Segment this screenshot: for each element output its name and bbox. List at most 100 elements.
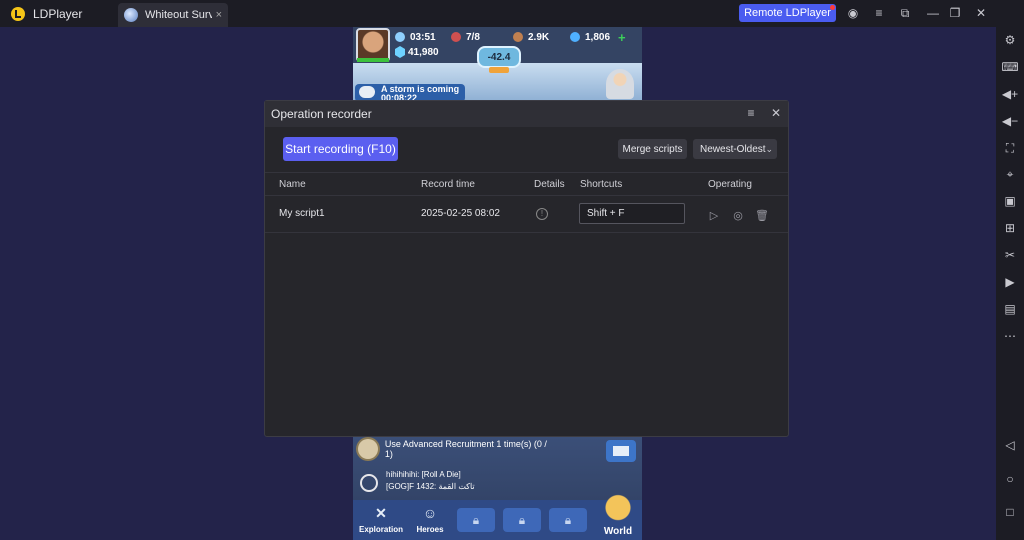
ldplayer-logo-icon xyxy=(11,6,25,21)
npc-character[interactable] xyxy=(606,69,634,99)
power-icon xyxy=(395,46,405,58)
title-bar: LDPlayer Whiteout Surv... × Remote LDPla… xyxy=(0,0,1024,27)
col-name: Name xyxy=(279,179,306,190)
chevron-down-icon: ⌄ xyxy=(765,143,773,154)
hero-face-icon: ☺ xyxy=(422,505,438,521)
hud-troops[interactable]: 7/8 xyxy=(451,30,480,44)
screenshot-icon[interactable]: ▣ xyxy=(1000,192,1020,210)
quest-text: Use Advanced Recruitment 1 time(s) (0 / … xyxy=(384,439,547,459)
location-icon[interactable]: ⌖ xyxy=(1000,165,1020,183)
settings-gear-icon[interactable]: ⚙ xyxy=(1000,31,1020,49)
nav-exploration-label: Exploration xyxy=(358,525,403,534)
home-icon[interactable]: ○ xyxy=(1000,470,1020,488)
stamina-icon xyxy=(395,32,405,42)
scissors-icon[interactable]: ✂ xyxy=(1000,246,1020,264)
nav-heroes-label: Heroes xyxy=(416,525,444,534)
nav-exploration[interactable]: ✕ Exploration xyxy=(357,500,405,540)
add-gems-icon[interactable]: + xyxy=(618,30,626,45)
food-icon xyxy=(513,32,523,42)
troops-icon xyxy=(451,32,461,42)
operation-recorder-icon[interactable]: ⊞ xyxy=(1000,219,1020,237)
start-recording-button[interactable]: Start recording (F10) xyxy=(283,137,398,161)
quest-banner[interactable]: Use Advanced Recruitment 1 time(s) (0 / … xyxy=(356,437,556,461)
locked-slot-icon: 🔒︎ xyxy=(549,508,587,532)
col-shortcuts: Shortcuts xyxy=(580,179,623,190)
keyboard-icon[interactable]: ⌨ xyxy=(1000,58,1020,76)
nav-world[interactable]: World xyxy=(597,486,639,540)
tab-label: Whiteout Surv... xyxy=(145,9,212,21)
shared-folder-icon[interactable]: ▤ xyxy=(1000,300,1020,318)
back-icon[interactable]: ◁ xyxy=(1000,436,1020,454)
locked-slot-icon: 🔒︎ xyxy=(457,508,495,532)
game-globe-icon xyxy=(124,8,138,22)
gem-icon xyxy=(570,32,580,42)
hud-troops-value: 7/8 xyxy=(466,31,480,43)
chat-preview[interactable]: hihihihihi: [Roll A Die] [GOG]F 1432: تا… xyxy=(356,469,566,497)
hud-gems-value: 1,806 xyxy=(585,31,611,43)
volume-up-icon[interactable]: ◀+ xyxy=(1000,85,1020,103)
hud-food-value: 2.9K xyxy=(528,31,550,43)
hud-gems[interactable]: 1,806 + xyxy=(570,30,626,45)
crossed-swords-icon: ✕ xyxy=(375,505,387,521)
restore-icon[interactable]: ❐ xyxy=(947,5,963,21)
info-icon[interactable]: ! xyxy=(536,208,548,220)
hud-food[interactable]: 2.9K xyxy=(513,30,549,44)
chat-line: hihihihihi: [Roll A Die] xyxy=(386,470,461,479)
sort-order-select[interactable]: Newest-Oldest ⌄ xyxy=(693,139,777,159)
delete-icon[interactable]: 🗑︎ xyxy=(755,208,769,222)
popout-icon[interactable]: ⧉ xyxy=(897,5,913,21)
temperature-indicator xyxy=(489,67,509,73)
close-window-icon[interactable]: ✕ xyxy=(973,5,989,21)
player-avatar[interactable] xyxy=(356,28,390,62)
fullscreen-icon[interactable]: ⛶ xyxy=(1000,139,1020,157)
shortcut-field[interactable]: Shift + F xyxy=(579,203,685,224)
merge-scripts-button[interactable]: Merge scripts xyxy=(618,139,687,159)
volume-down-icon[interactable]: ◀− xyxy=(1000,112,1020,130)
hud-time-value: 03:51 xyxy=(410,31,436,43)
col-operating: Operating xyxy=(708,179,752,190)
script-record-time: 2025-02-25 08:02 xyxy=(421,208,500,219)
menu-icon[interactable]: ≡ xyxy=(871,5,887,21)
cloud-icon xyxy=(359,86,375,98)
locked-slot-icon: 🔒︎ xyxy=(503,508,541,532)
nav-heroes[interactable]: ☺ Heroes xyxy=(406,500,454,540)
col-details: Details xyxy=(534,179,565,190)
game-bottom-hud: Use Advanced Recruitment 1 time(s) (0 / … xyxy=(353,437,642,540)
app-brand[interactable]: LDPlayer xyxy=(0,0,118,27)
temperature-badge[interactable]: -42.4 xyxy=(477,46,521,68)
more-icon[interactable]: ⋯ xyxy=(1000,327,1020,345)
account-icon[interactable]: ◉ xyxy=(845,5,861,21)
table-header: Name Record time Details Shortcuts Opera… xyxy=(265,172,788,196)
dialog-close-icon[interactable]: ✕ xyxy=(768,105,784,121)
scroll-icon xyxy=(356,437,380,461)
game-nav-bar: ✕ Exploration ☺ Heroes 🔒︎ 🔒︎ 🔒︎ World xyxy=(353,486,642,540)
game-top-hud: 03:51 7/8 2.9K 1,806 + 41,980 -42.4 A sto… xyxy=(353,27,642,103)
globe-chat-icon xyxy=(360,474,378,492)
sort-order-value: Newest-Oldest xyxy=(700,143,766,155)
app-name: LDPlayer xyxy=(33,6,83,21)
notification-dot xyxy=(830,5,835,10)
stamina-bar xyxy=(357,58,389,62)
dialog-menu-icon[interactable]: ≡ xyxy=(743,105,759,121)
operation-recorder-dialog: Operation recorder ≡ ✕ Start recording (… xyxy=(264,100,789,437)
right-toolbar: ⚙ ⌨ ◀+ ◀− ⛶ ⌖ ▣ ⊞ ✂ ▶ ▤ ⋯ ◁ ○ □ xyxy=(996,27,1024,540)
settings-icon[interactable]: ◎ xyxy=(731,208,745,222)
dialog-title: Operation recorder xyxy=(271,107,372,121)
col-record-time: Record time xyxy=(421,179,475,190)
minimize-icon[interactable]: — xyxy=(925,5,941,21)
temperature-value: -42.4 xyxy=(487,51,511,63)
remote-ldplayer-label: Remote LDPlayer xyxy=(744,7,831,19)
nav-world-label: World xyxy=(603,526,633,537)
tab-whiteout-survival[interactable]: Whiteout Surv... × xyxy=(118,3,228,27)
video-record-icon[interactable]: ▶ xyxy=(1000,273,1020,291)
hud-time: 03:51 xyxy=(395,30,436,44)
play-icon[interactable]: ▷ xyxy=(707,208,721,222)
recent-apps-icon[interactable]: □ xyxy=(1000,503,1020,521)
chat-line: [GOG]F 1432: تاكت القمة xyxy=(386,482,475,491)
mail-icon[interactable] xyxy=(606,440,636,462)
dialog-header: Operation recorder ≡ ✕ xyxy=(265,101,788,127)
script-name: My script1 xyxy=(279,208,325,219)
tab-close-icon[interactable]: × xyxy=(216,9,222,21)
hud-power: 41,980 xyxy=(395,46,439,58)
remote-ldplayer-button[interactable]: Remote LDPlayer xyxy=(739,4,836,22)
